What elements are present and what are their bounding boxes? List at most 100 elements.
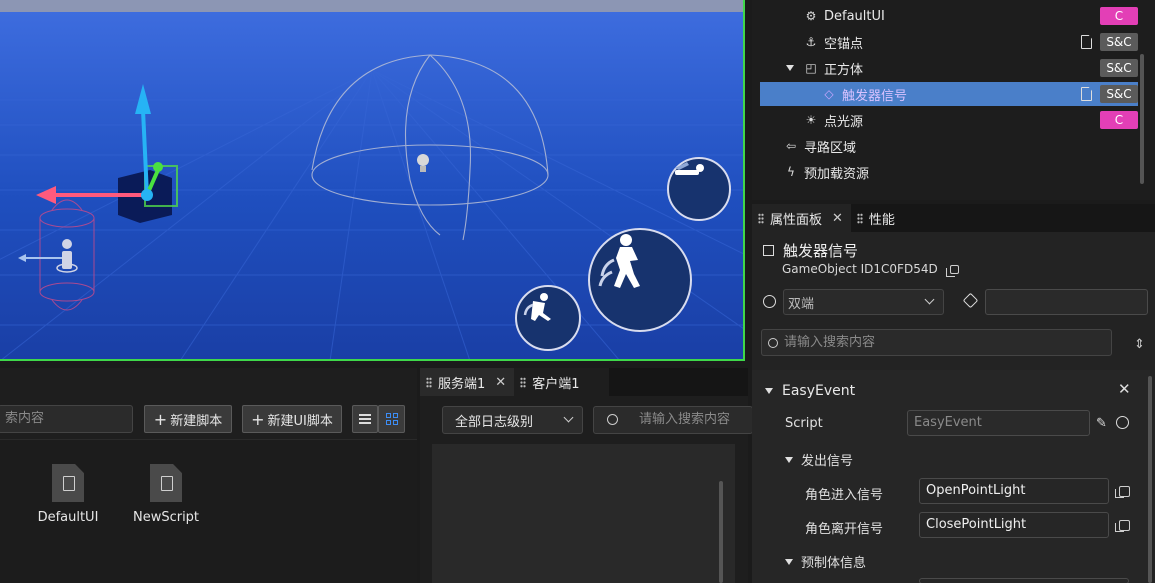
component-name: EasyEvent: [782, 383, 856, 399]
copy-icon[interactable]: [1115, 520, 1130, 532]
hierarchy-scrollbar[interactable]: [1140, 54, 1144, 184]
properties-scrollbar[interactable]: [1148, 376, 1152, 583]
script-file-icon: [150, 464, 182, 502]
tab-performance[interactable]: 性能: [851, 204, 903, 232]
script-file-icon: [52, 464, 84, 502]
tab-server-1[interactable]: 服务端1 ✕: [420, 368, 515, 396]
tag-input[interactable]: [985, 289, 1148, 315]
grid-icon: [385, 413, 398, 425]
enter-signal-label: 角色进入信号: [805, 488, 884, 503]
hierarchy-item-cube[interactable]: ◰ 正方体 S&C: [760, 56, 1138, 80]
expand-arrow-icon[interactable]: [786, 65, 794, 71]
hierarchy-item-preload[interactable]: ϟ 预加载资源: [760, 160, 1138, 184]
copy-icon[interactable]: [1115, 486, 1130, 498]
log-output[interactable]: [432, 444, 735, 583]
property-search-input[interactable]: 请输入搜索内容: [761, 329, 1112, 356]
tab-label: 服务端1: [438, 376, 486, 392]
prefab-info-group[interactable]: 预制体信息: [785, 552, 866, 571]
jump-figure-icon: [598, 234, 640, 288]
prefab-field[interactable]: [919, 578, 1129, 583]
chevron-down-icon: [924, 294, 935, 305]
script-field[interactable]: EasyEvent: [907, 410, 1090, 436]
file-item-defaultui[interactable]: DefaultUI: [33, 464, 103, 525]
console-tabbar: 服务端1 ✕ 客户端1: [420, 368, 748, 396]
hierarchy-item-point-light[interactable]: ☀ 点光源 C: [760, 108, 1138, 132]
item-label: 触发器信号: [842, 88, 908, 104]
tab-properties[interactable]: 属性面板 ✕: [752, 204, 851, 232]
expand-arrow-icon[interactable]: [785, 456, 793, 463]
new-script-label: 新建脚本: [170, 413, 223, 429]
locate-icon[interactable]: [1116, 416, 1129, 429]
edit-icon[interactable]: ✎: [1096, 416, 1107, 431]
scope-badge: S&C: [1100, 59, 1138, 77]
file-item-newscript[interactable]: NewScript: [131, 464, 201, 525]
chevron-down-icon: [563, 412, 574, 423]
drag-handle-icon[interactable]: [520, 376, 527, 388]
jump-button[interactable]: [588, 228, 692, 332]
signpost-icon: ⇦: [785, 139, 797, 153]
expand-arrow-icon[interactable]: [785, 558, 793, 565]
properties-tabbar: 属性面板 ✕ 性能: [752, 204, 1155, 232]
anchor-icon: ⚓: [805, 35, 817, 49]
cube-outline-icon: [763, 245, 774, 256]
trigger-icon: ◇: [824, 87, 834, 101]
hierarchy-item-defaultui[interactable]: ⚙ DefaultUI C: [760, 4, 1138, 28]
log-level-select[interactable]: 全部日志级别: [442, 406, 583, 434]
scene-viewport[interactable]: [0, 0, 745, 361]
search-icon: [768, 338, 778, 348]
search-placeholder: 请输入搜索内容: [784, 335, 876, 350]
log-scrollbar[interactable]: [719, 481, 723, 583]
tab-label: 属性面板: [770, 212, 823, 228]
object-name: 触发器信号: [783, 242, 859, 260]
new-script-button[interactable]: + 新建脚本: [144, 405, 232, 433]
leave-signal-label: 角色离开信号: [805, 522, 884, 537]
point-light-icon: ☀: [805, 113, 817, 127]
group-label: 预制体信息: [801, 556, 867, 571]
drag-handle-icon[interactable]: [856, 212, 863, 224]
globe-icon: [763, 295, 776, 308]
asset-search-input[interactable]: 索内容: [0, 405, 133, 433]
tab-client-1[interactable]: 客户端1: [514, 368, 610, 396]
remove-component-icon[interactable]: ✕: [1118, 380, 1131, 398]
item-label: 预加载资源: [804, 166, 870, 182]
hierarchy-item-anchor[interactable]: ⚓ 空锚点 S&C: [760, 30, 1138, 54]
close-icon[interactable]: ✕: [832, 211, 843, 226]
grid-view-button[interactable]: [378, 405, 405, 433]
scope-badge: C: [1100, 7, 1138, 25]
plus-icon: +: [153, 409, 168, 429]
expand-arrow-icon[interactable]: [765, 388, 773, 394]
lightning-icon: ϟ: [787, 165, 795, 179]
console-panel: 服务端1 ✕ 客户端1 全部日志级别 请输入搜索内容: [420, 368, 753, 583]
plus-icon: +: [251, 409, 265, 429]
crouch-button[interactable]: [667, 157, 731, 221]
hierarchy-panel: ⚙ DefaultUI C ⚓ 空锚点 S&C ◰ 正方体 S&C ◇ 触发器信…: [752, 0, 1155, 200]
item-label: 正方体: [824, 62, 864, 78]
item-label: 寻路区域: [804, 140, 857, 156]
copy-icon[interactable]: [945, 264, 959, 277]
component-header[interactable]: EasyEvent: [765, 383, 855, 399]
console-search-input[interactable]: 请输入搜索内容: [593, 406, 753, 434]
list-view-button[interactable]: [352, 405, 378, 433]
drag-handle-icon[interactable]: [426, 376, 432, 388]
new-ui-script-button[interactable]: + 新建UI脚本: [242, 405, 342, 433]
scope-badge: C: [1100, 111, 1138, 129]
hierarchy-item-navmesh[interactable]: ⇦ 寻路区域: [760, 134, 1138, 158]
drag-handle-icon[interactable]: [758, 212, 764, 224]
slide-figure-icon: [523, 293, 551, 321]
script-file-icon: [1081, 87, 1092, 101]
leave-signal-input[interactable]: ClosePointLight: [919, 512, 1109, 538]
enter-signal-input[interactable]: OpenPointLight: [919, 478, 1109, 504]
script-file-icon: [1081, 35, 1092, 49]
scope-value: 双端: [788, 296, 815, 312]
hierarchy-item-trigger[interactable]: ◇ 触发器信号 S&C: [760, 82, 1138, 106]
slide-button[interactable]: [515, 285, 581, 351]
ui-component-icon: ⚙: [805, 9, 817, 23]
asset-toolbar: 索内容 + 新建脚本 + 新建UI脚本: [0, 368, 417, 440]
cube-icon: ◰: [805, 61, 817, 75]
close-icon[interactable]: ✕: [495, 375, 506, 390]
scope-badge: S&C: [1100, 85, 1138, 103]
collapse-all-icon[interactable]: ⇕: [1134, 337, 1145, 352]
properties-panel: 属性面板 ✕ 性能 触发器信号 GameObject ID 1C0FD54D 双…: [752, 204, 1155, 583]
scope-select[interactable]: 双端: [783, 289, 944, 315]
send-signal-group[interactable]: 发出信号: [785, 450, 853, 469]
